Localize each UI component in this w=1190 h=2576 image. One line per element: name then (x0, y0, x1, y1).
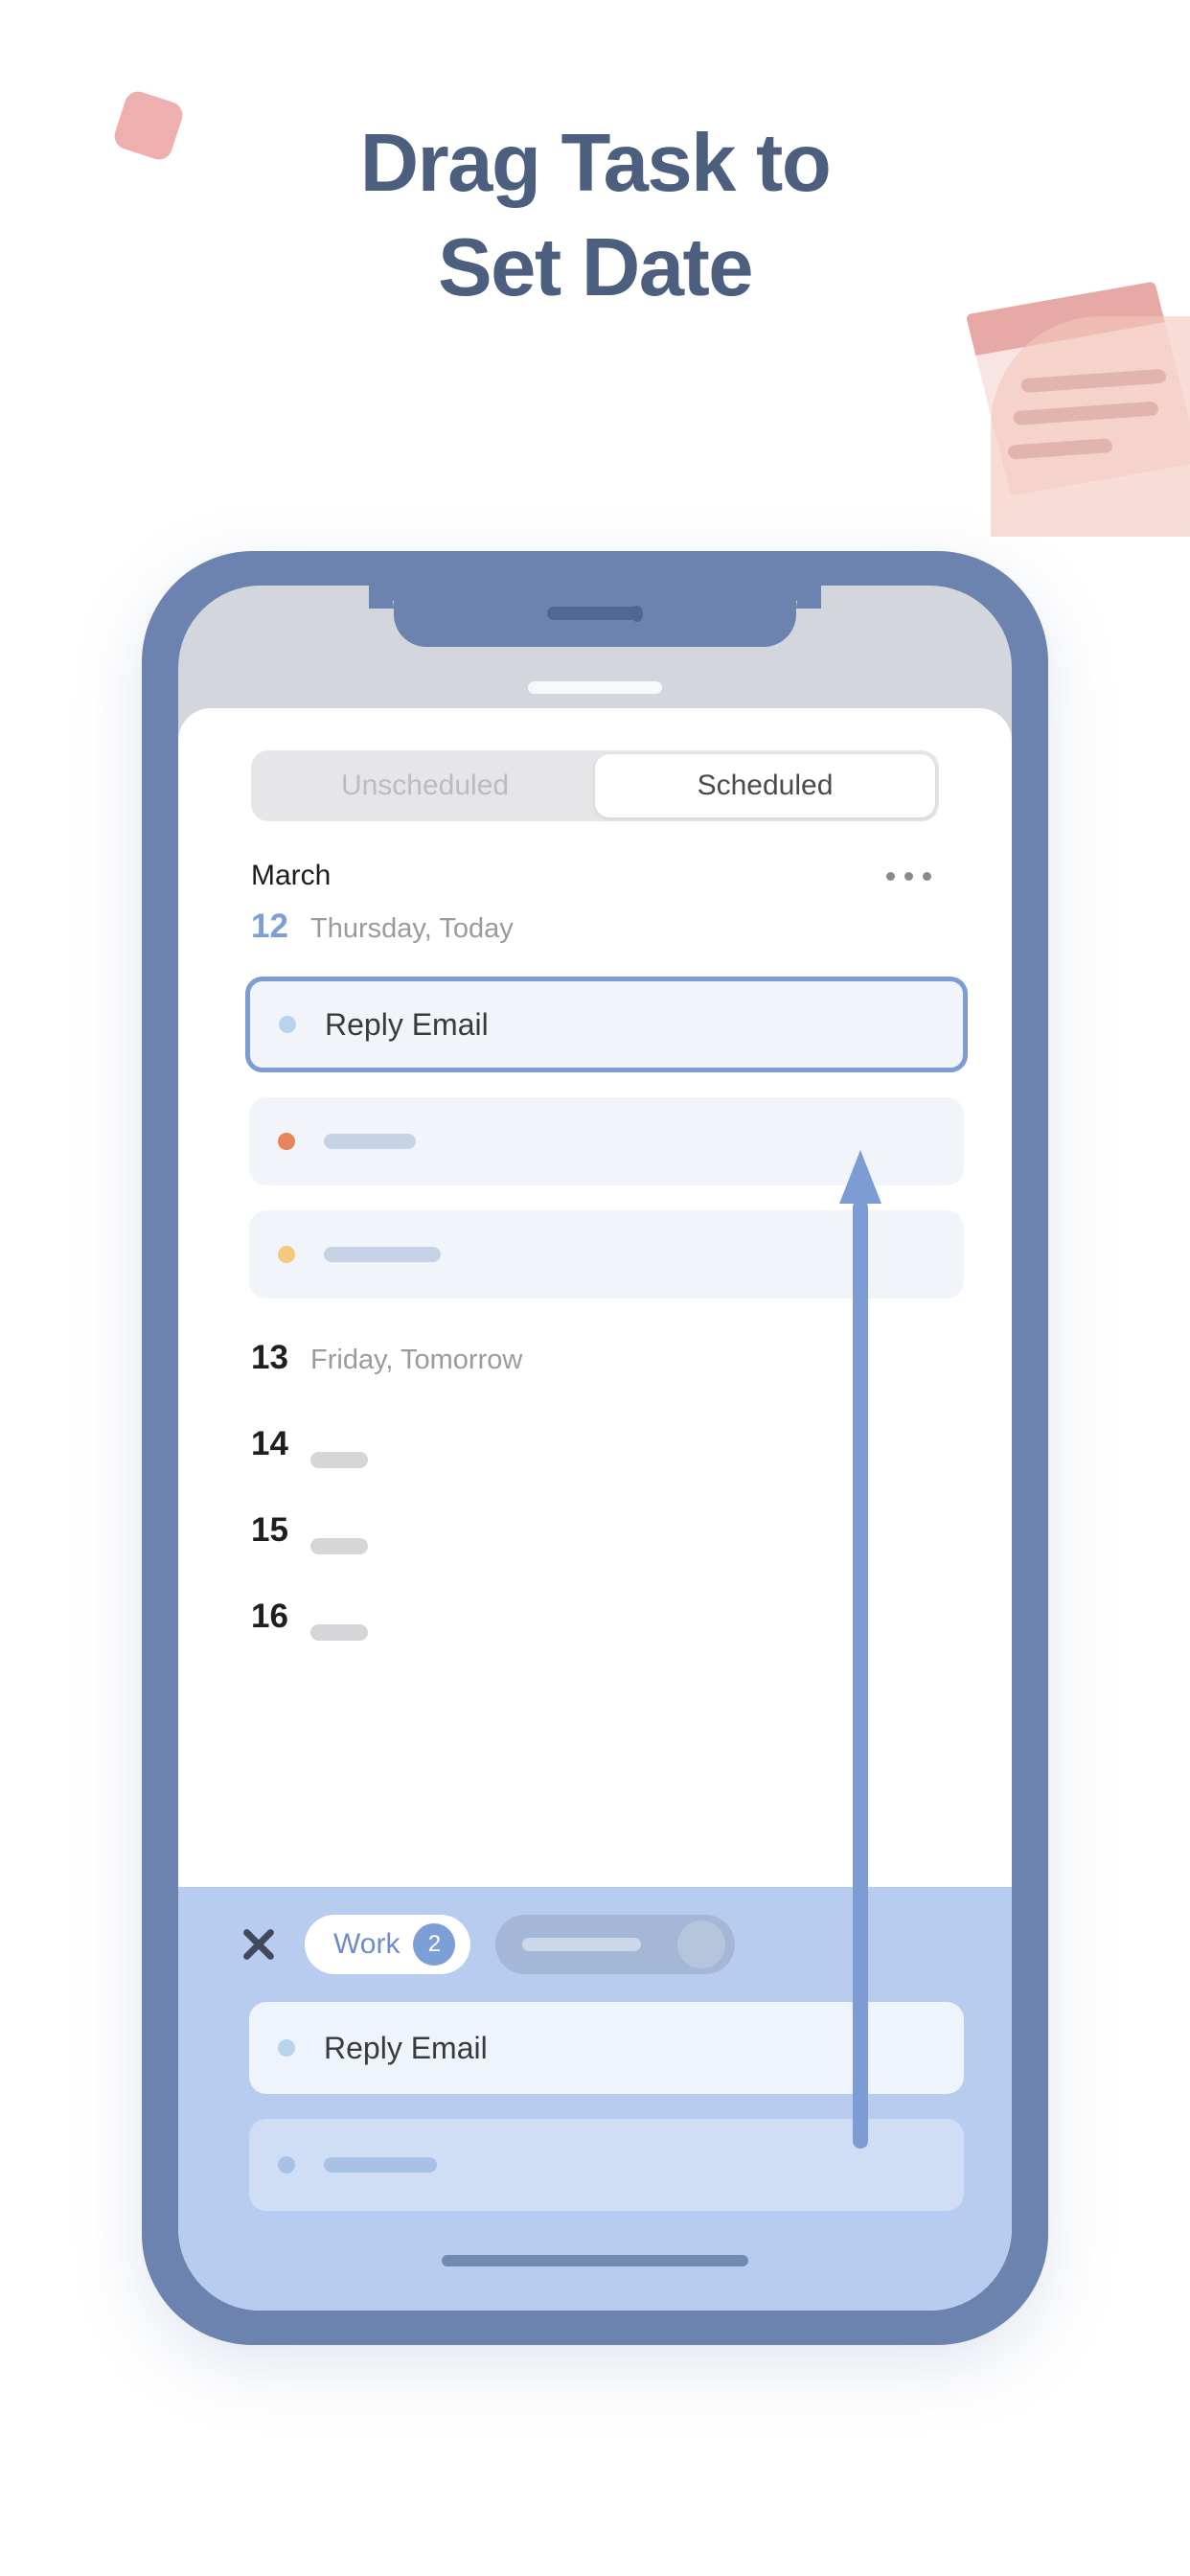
day-name: Friday, Tomorrow (310, 1345, 523, 1375)
poster-root: Drag Task to Set Date Unscheduled Schedu… (0, 0, 1190, 2576)
filter-chip-placeholder[interactable] (495, 1915, 736, 1974)
tab-unscheduled[interactable]: Unscheduled (255, 754, 595, 817)
day-name: Thursday, Today (310, 913, 514, 944)
sticky-note-illustration (949, 281, 1190, 537)
note-highlight-overlay (991, 316, 1190, 537)
day-header-16: 16 (178, 1598, 1012, 1667)
chip-count-badge: 2 (413, 1923, 456, 1966)
day-name-skeleton (310, 1451, 368, 1468)
task-card-reply-email[interactable]: Reply Email (245, 977, 968, 1072)
home-indicator (442, 2255, 748, 2266)
page-title: Drag Task to Set Date (0, 123, 1190, 309)
tab-segmented-control[interactable]: Unscheduled Scheduled (251, 750, 939, 821)
day-header-14: 14 (178, 1425, 1012, 1494)
unscheduled-drawer: Work 2 Reply Email (178, 1887, 1012, 2311)
day-name-skeleton (310, 1537, 368, 1554)
phone-notch (369, 586, 821, 647)
task-title-skeleton (324, 1134, 416, 1149)
tab-scheduled[interactable]: Scheduled (595, 754, 935, 817)
day-number: 15 (251, 1511, 288, 1549)
drag-direction-arrow (839, 1150, 881, 2156)
day-number: 14 (251, 1425, 288, 1462)
chip-label-skeleton (522, 1938, 642, 1951)
task-title-skeleton (324, 2157, 437, 2173)
task-color-dot (279, 1016, 296, 1033)
month-header: March (251, 844, 939, 908)
task-title-skeleton (324, 1247, 441, 1262)
day-name-skeleton (310, 1623, 368, 1641)
task-title: Reply Email (325, 1006, 489, 1042)
app-content: Unscheduled Scheduled March 12 Thursday,… (178, 708, 1012, 2311)
phone-mockup: Unscheduled Scheduled March 12 Thursday,… (142, 551, 1048, 2345)
close-icon[interactable] (238, 1923, 280, 1966)
task-color-dot (278, 1246, 295, 1263)
day-header-13: 13 Friday, Tomorrow (178, 1339, 1012, 1408)
page-title-line-1: Drag Task to (359, 118, 832, 209)
status-bar-pill (528, 681, 662, 694)
day-header-15: 15 (178, 1511, 1012, 1580)
filter-chip-work[interactable]: Work 2 (305, 1915, 471, 1974)
camera-icon (630, 606, 643, 622)
page-title-line-2: Set Date (437, 222, 754, 313)
task-title: Reply Email (324, 2030, 488, 2065)
task-color-dot (278, 2156, 295, 2174)
chip-label: Work (333, 1928, 400, 1960)
month-label: March (251, 860, 332, 891)
task-color-dot (278, 2039, 295, 2057)
chip-badge-skeleton (677, 1920, 726, 1968)
day-number: 13 (251, 1339, 288, 1376)
drawer-header: Work 2 (178, 1887, 1012, 2002)
day-header-12: 12 Thursday, Today (178, 908, 1012, 977)
more-options-icon[interactable] (879, 864, 939, 888)
day-number: 12 (251, 908, 288, 945)
task-color-dot (278, 1133, 295, 1150)
speaker-icon (547, 607, 643, 620)
phone-screen: Unscheduled Scheduled March 12 Thursday,… (178, 586, 1012, 2311)
day-number: 16 (251, 1598, 288, 1635)
